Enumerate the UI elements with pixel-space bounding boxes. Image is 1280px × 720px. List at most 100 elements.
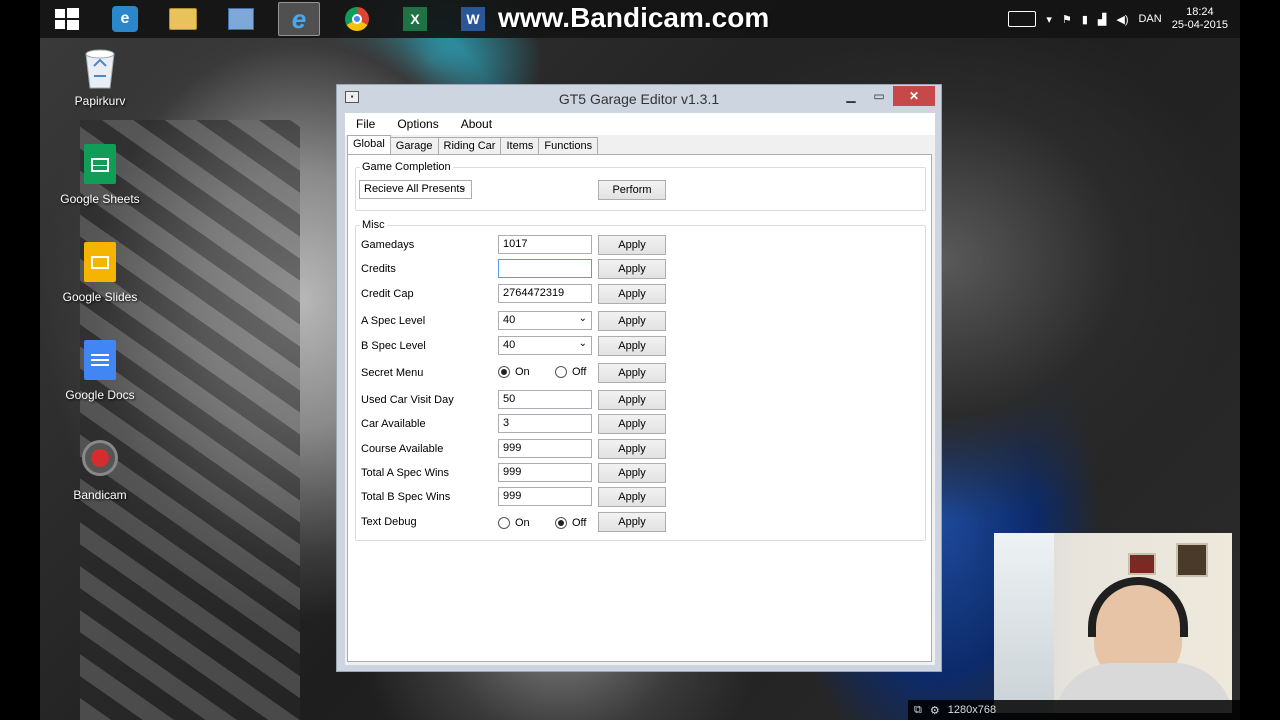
taskbar-file-explorer[interactable] — [162, 2, 204, 36]
tab-page-global: Game Completion Recieve All Presents ⌄ P… — [347, 154, 932, 662]
apply-secret-menu-button[interactable]: Apply — [598, 363, 666, 383]
window-client: File Options About Global Garage Riding … — [345, 113, 935, 665]
taskbar-chrome[interactable] — [336, 2, 378, 36]
taskbar-app-ie-old[interactable]: e — [104, 2, 146, 36]
keyboard-icon[interactable] — [1008, 11, 1037, 27]
flag-icon[interactable]: ⚑ — [1062, 13, 1072, 26]
resolution-indicator: 1280x768 — [947, 704, 997, 716]
apply-gamedays-button[interactable]: Apply — [598, 235, 666, 255]
apply-course-available-button[interactable]: Apply — [598, 439, 666, 459]
label-gamedays: Gamedays — [361, 239, 415, 251]
clock-time: 18:24 — [1186, 6, 1214, 18]
recording-status-bar: ⧉ ⚙ 1280x768 — [908, 700, 1240, 720]
taskbar-internet-explorer[interactable]: e — [278, 2, 320, 36]
b-spec-level-select[interactable]: 40 ⌄ — [498, 336, 592, 355]
total-a-spec-wins-input[interactable]: 999 — [498, 463, 592, 482]
tab-strip: Global Garage Riding Car Items Functions — [347, 135, 599, 155]
folder-icon — [169, 8, 197, 30]
desktop-icon-recycle-bin[interactable]: Papirkurv — [55, 46, 145, 108]
car-available-input[interactable]: 3 — [498, 414, 592, 433]
used-car-visit-day-input[interactable]: 50 — [498, 390, 592, 409]
credit-cap-input[interactable]: 2764472319 — [498, 284, 592, 303]
desktop-icon-label: Bandicam — [73, 488, 127, 502]
label-credits: Credits — [361, 263, 396, 275]
excel-icon: X — [403, 7, 427, 31]
desktop-icon-label: Papirkurv — [74, 94, 126, 108]
radio-checked-icon — [498, 366, 510, 378]
gamedays-input[interactable]: 1017 — [498, 235, 592, 254]
settings-icon[interactable]: ⚙ — [930, 704, 940, 717]
headset-icon — [1088, 577, 1188, 637]
label-course-available: Course Available — [361, 443, 444, 455]
course-available-input[interactable]: 999 — [498, 439, 592, 458]
apply-a-spec-level-button[interactable]: Apply — [598, 311, 666, 331]
desktop-icon-google-sheets[interactable]: Google Sheets — [55, 144, 145, 206]
wall-picture — [1176, 543, 1208, 577]
apply-total-b-spec-wins-button[interactable]: Apply — [598, 487, 666, 507]
credits-input[interactable] — [498, 259, 592, 278]
taskbar-control-panel[interactable] — [220, 2, 262, 36]
radio-label: On — [515, 366, 530, 378]
select-value: 40 — [503, 339, 516, 351]
menu-about[interactable]: About — [450, 117, 503, 131]
label-car-available: Car Available — [361, 418, 426, 430]
google-slides-icon — [80, 242, 120, 286]
internet-explorer-icon: e — [291, 3, 307, 34]
desktop-icon-google-slides[interactable]: Google Slides — [55, 242, 145, 304]
secret-menu-off-radio[interactable]: Off — [555, 366, 586, 378]
window-controls: ▁ ▭ ✕ — [837, 86, 935, 106]
menu-options[interactable]: Options — [386, 117, 449, 131]
apply-credits-button[interactable]: Apply — [598, 259, 666, 279]
taskbar-excel[interactable]: X — [394, 2, 436, 36]
a-spec-level-select[interactable]: 40 ⌄ — [498, 311, 592, 330]
wall-picture — [1128, 553, 1156, 575]
text-debug-off-radio[interactable]: Off — [555, 517, 586, 529]
taskbar-word[interactable]: W — [452, 2, 494, 36]
apply-used-car-visit-day-button[interactable]: Apply — [598, 390, 666, 410]
battery-icon[interactable]: ▮ — [1082, 13, 1088, 26]
tab-items[interactable]: Items — [500, 137, 540, 154]
apply-car-available-button[interactable]: Apply — [598, 414, 666, 434]
game-completion-select[interactable]: Recieve All Presents ⌄ — [359, 180, 472, 199]
desktop-icon-label: Google Sheets — [60, 192, 140, 206]
clock[interactable]: 18:24 25-04-2015 — [1172, 6, 1228, 32]
tab-global[interactable]: Global — [347, 135, 391, 154]
radio-checked-icon — [555, 517, 567, 529]
recycle-bin-icon — [80, 46, 120, 90]
word-icon: W — [461, 7, 485, 31]
radio-unchecked-icon — [555, 366, 567, 378]
group-title: Misc — [362, 219, 385, 231]
language-indicator[interactable]: DAN — [1138, 13, 1161, 25]
apply-b-spec-level-button[interactable]: Apply — [598, 336, 666, 356]
label-text-debug: Text Debug — [361, 516, 417, 528]
perform-button[interactable]: Perform — [598, 180, 666, 200]
text-debug-on-radio[interactable]: On — [498, 517, 530, 529]
close-button[interactable]: ✕ — [893, 86, 935, 106]
menu-file[interactable]: File — [345, 117, 386, 131]
desktop-icon-bandicam[interactable]: Bandicam — [55, 436, 145, 502]
tab-riding-car[interactable]: Riding Car — [437, 137, 502, 154]
label-secret-menu: Secret Menu — [361, 367, 424, 379]
apply-total-a-spec-wins-button[interactable]: Apply — [598, 463, 666, 483]
minimize-button[interactable]: ▁ — [837, 86, 865, 106]
apply-text-debug-button[interactable]: Apply — [598, 512, 666, 532]
tab-garage[interactable]: Garage — [389, 137, 439, 154]
app-icon[interactable]: ▪ — [345, 91, 359, 103]
tab-functions[interactable]: Functions — [538, 137, 599, 154]
wallpaper-stripes — [80, 120, 300, 720]
tray-expand-icon[interactable]: ▾ — [1046, 13, 1052, 26]
volume-icon[interactable]: ◀) — [1116, 13, 1128, 26]
desktop: e e X W ▾ ⚑ ▮ ▟ ◀) DAN 18:24 25-04-2015 … — [40, 0, 1240, 720]
label-total-a-spec-wins: Total A Spec Wins — [361, 467, 450, 479]
secret-menu-on-radio[interactable]: On — [498, 366, 530, 378]
maximize-button[interactable]: ▭ — [865, 86, 893, 106]
start-button[interactable] — [46, 2, 88, 36]
apply-credit-cap-button[interactable]: Apply — [598, 284, 666, 304]
network-icon[interactable]: ▟ — [1098, 13, 1106, 26]
window-icon[interactable]: ⧉ — [914, 704, 922, 717]
desktop-icon-google-docs[interactable]: Google Docs — [55, 340, 145, 402]
control-panel-icon — [228, 8, 254, 30]
total-b-spec-wins-input[interactable]: 999 — [498, 487, 592, 506]
window-titlebar[interactable]: ▪ GT5 Garage Editor v1.3.1 ▁ ▭ ✕ — [337, 85, 941, 113]
window-light — [994, 533, 1054, 713]
